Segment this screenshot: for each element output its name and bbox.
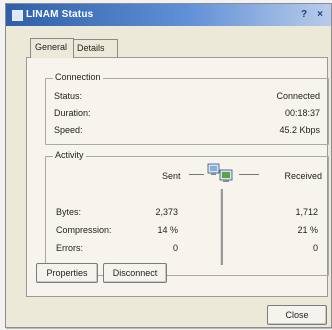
speed-value: 45.2 Kbps [279,125,320,135]
received-header: Received [284,171,322,181]
bytes-received-value: 1,712 [295,207,318,217]
sent-header: Sent [162,171,181,181]
network-computers-icon [207,163,233,182]
errors-row: Errors: 0 0 [56,241,318,255]
duration-label: Duration: [54,108,91,118]
tab-general[interactable]: General [30,38,74,58]
status-value: Connected [276,91,320,101]
activity-group: Activity Sent Received Bytes: 2,373 1,71… [45,150,329,276]
speed-row: Speed: 45.2 Kbps [54,123,320,137]
title-bar[interactable]: LINAM Status ? × [6,4,331,26]
close-window-button[interactable]: × [313,8,327,22]
compression-label: Compression: [56,225,112,235]
speed-label: Speed: [54,125,83,135]
status-dialog: LINAM Status ? × General Details Connect… [5,3,332,328]
status-row: Status: Connected [54,89,320,103]
sent-line [189,174,204,175]
properties-button[interactable]: Properties [36,263,98,283]
compression-received-value: 21 % [297,225,318,235]
errors-label: Errors: [56,243,83,253]
connection-group-title: Connection [53,72,103,82]
connection-group: Connection Status: Connected Duration: 0… [45,72,329,145]
general-panel: Connection Status: Connected Duration: 0… [26,57,329,297]
status-label: Status: [54,91,83,101]
activity-group-title: Activity [53,150,86,160]
window-title: LINAM Status [26,9,94,20]
compression-sent-value: 14 % [157,225,178,235]
tab-details[interactable]: Details [72,39,118,57]
compression-row: Compression: 14 % 21 % [56,223,318,237]
network-app-icon [12,10,23,21]
close-button[interactable]: Close [267,305,327,325]
errors-received-value: 0 [312,243,318,253]
bytes-label: Bytes: [56,207,82,217]
errors-sent-value: 0 [172,243,178,253]
received-line [239,174,259,175]
duration-value: 00:18:37 [284,108,320,118]
disconnect-button[interactable]: Disconnect [103,263,167,283]
bytes-sent-value: 2,373 [155,207,178,217]
duration-row: Duration: 00:18:37 [54,106,320,120]
help-button[interactable]: ? [297,8,311,22]
bytes-row: Bytes: 2,373 1,712 [56,205,318,219]
